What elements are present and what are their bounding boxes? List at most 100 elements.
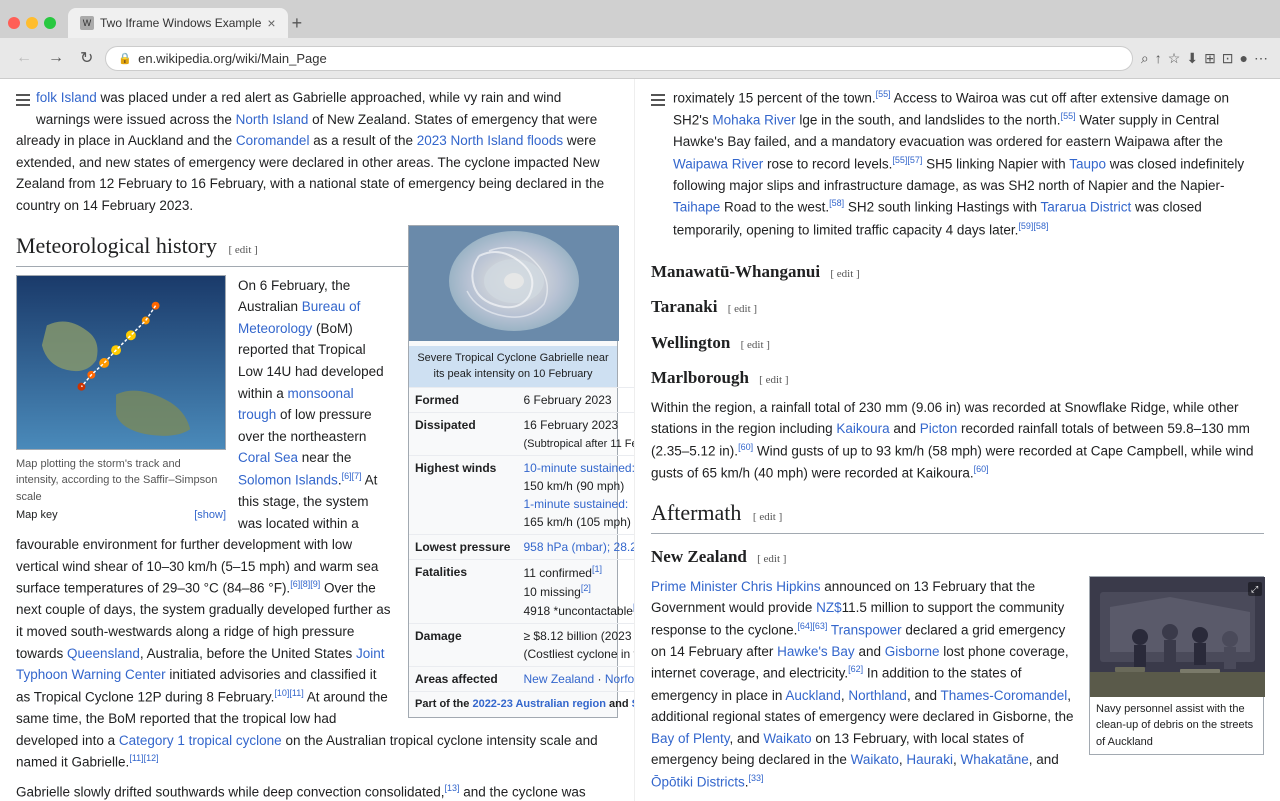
pressure-value: 958 hPa (mbar); 28.29 inHg: [518, 535, 636, 560]
bookmark-icon[interactable]: ☆: [1168, 50, 1181, 67]
north-island-link[interactable]: North Island: [236, 112, 309, 127]
left-column[interactable]: folk Island was placed under a red alert…: [0, 79, 635, 801]
pressure-link[interactable]: 958 hPa (mbar); 28.29 inHg: [524, 540, 636, 554]
hawkes-bay-link[interactable]: Hawke's Bay: [777, 644, 855, 659]
bay-plenty-link[interactable]: Bay of Plenty: [651, 731, 730, 746]
winds-label: Highest winds: [409, 456, 518, 535]
areas-value: New Zealand · Norfolk Island · Vanuatu ·…: [518, 667, 636, 692]
minimize-button[interactable]: [26, 17, 38, 29]
address-bar: ← → ↻ 🔒 en.wikipedia.org/wiki/Main_Page …: [0, 38, 1280, 78]
transpower-link[interactable]: Transpower: [831, 622, 902, 637]
picton-link[interactable]: Picton: [920, 421, 958, 436]
tararua-link[interactable]: Tararua District: [1040, 200, 1131, 215]
infobox-image: [409, 226, 617, 346]
close-button[interactable]: [8, 17, 20, 29]
traffic-lights: [8, 17, 56, 29]
toolbar-icons: ⌕ ↑ ☆ ⬇ ⊞ ⊡ ● ⋯: [1141, 50, 1268, 67]
storm-track-figure: Map plotting the storm's track and inten…: [16, 275, 226, 526]
kaikoura-link[interactable]: Kaikoura: [836, 421, 889, 436]
forward-button[interactable]: →: [44, 47, 68, 69]
menu-icon[interactable]: ⋯: [1254, 50, 1268, 67]
gisborne-link[interactable]: Gisborne: [885, 644, 940, 659]
profile-icon[interactable]: ●: [1240, 50, 1248, 66]
new-tab-button[interactable]: +: [292, 13, 303, 34]
reload-button[interactable]: ↻: [76, 46, 97, 70]
table-row: Lowest pressure 958 hPa (mbar); 28.29 in…: [409, 535, 635, 560]
wellington-heading: Wellington [ edit ]: [651, 330, 1264, 356]
marlborough-edit-link[interactable]: [ edit ]: [759, 374, 788, 386]
cat1-link[interactable]: Category 1 tropical cyclone: [119, 733, 282, 748]
hauraki-link[interactable]: Hauraki: [906, 752, 953, 767]
solomon-link[interactable]: Solomon Islands: [238, 472, 338, 487]
aftermath-heading: Aftermath [ edit ]: [651, 496, 1264, 534]
dissipated-value: 16 February 2023(Subtropical after 11 Fe…: [518, 412, 636, 456]
infobox-caption: Severe Tropical Cyclone Gabrielle near i…: [409, 346, 617, 387]
maximize-button[interactable]: [44, 17, 56, 29]
nz-link[interactable]: New Zealand: [524, 672, 595, 686]
table-row: Areas affected New Zealand · Norfolk Isl…: [409, 667, 635, 692]
browser-chrome: W Two Iframe Windows Example × + ← → ↻ 🔒…: [0, 0, 1280, 79]
tab-close-button[interactable]: ×: [267, 15, 275, 31]
coral-sea-link[interactable]: Coral Sea: [238, 450, 298, 465]
browser-tab[interactable]: W Two Iframe Windows Example ×: [68, 8, 288, 38]
bom-link[interactable]: Bureau of Meteorology: [238, 299, 360, 336]
table-row: Highest winds 10-minute sustained: 150 k…: [409, 456, 635, 535]
thames-link[interactable]: Thames-Coromandel: [940, 688, 1067, 703]
back-button[interactable]: ←: [12, 47, 36, 69]
download-icon[interactable]: ⬇: [1186, 50, 1198, 67]
monsoon-link[interactable]: monsoonal trough: [238, 386, 354, 423]
taupo-link[interactable]: Taupo: [1069, 156, 1106, 171]
folk-island-link[interactable]: folk Island: [36, 90, 97, 105]
2023-floods-link[interactable]: 2023 North Island floods: [417, 133, 563, 148]
taranaki-heading: Taranaki [ edit ]: [651, 294, 1264, 320]
queensland-link[interactable]: Queensland: [67, 646, 140, 661]
right-top: roximately 15 percent of the town.[55] A…: [651, 87, 1264, 249]
taranaki-edit-link[interactable]: [ edit ]: [728, 303, 757, 315]
10min-link[interactable]: 10-minute sustained:: [524, 461, 635, 475]
right-column[interactable]: roximately 15 percent of the town.[55] A…: [635, 79, 1280, 801]
auckland-link[interactable]: Auckland: [785, 688, 841, 703]
met-history-edit-link[interactable]: [ edit ]: [229, 244, 258, 256]
share-icon[interactable]: ↑: [1155, 50, 1162, 66]
hamburger-right[interactable]: [651, 91, 665, 109]
waipawa-link[interactable]: Waipawa River: [673, 156, 763, 171]
pressure-label: Lowest pressure: [409, 535, 518, 560]
norfolk-link[interactable]: Norfolk Island: [605, 672, 635, 686]
1min-link[interactable]: 1-minute sustained:: [524, 497, 629, 511]
hamburger-left[interactable]: [16, 91, 30, 109]
map-key-row: Map key [show]: [16, 505, 226, 526]
infobox: Severe Tropical Cyclone Gabrielle near i…: [408, 225, 618, 718]
opotiki-link[interactable]: Ōpōtiki Districts: [651, 774, 745, 789]
show-link[interactable]: [show]: [194, 507, 226, 524]
url-bar[interactable]: 🔒 en.wikipedia.org/wiki/Main_Page: [105, 46, 1133, 71]
coromandel-link[interactable]: Coromandel: [236, 133, 310, 148]
tab-favicon: W: [80, 16, 94, 30]
fatalities-value: 11 confirmed[1] 10 missing[2] 4918 *unco…: [518, 560, 636, 624]
url-text: en.wikipedia.org/wiki/Main_Page: [138, 51, 1120, 66]
aftermath-edit-link[interactable]: [ edit ]: [753, 511, 782, 523]
mohaka-link[interactable]: Mohaka River: [712, 113, 795, 128]
taihape-link[interactable]: Taihape: [673, 200, 720, 215]
nzd-link[interactable]: NZ$: [816, 600, 842, 615]
tab-bar: W Two Iframe Windows Example × +: [0, 0, 1280, 38]
wellington-edit-link[interactable]: [ edit ]: [741, 339, 770, 351]
nz-edit-link[interactable]: [ edit ]: [757, 553, 786, 565]
northland-link[interactable]: Northland: [848, 688, 907, 703]
formed-label: Formed: [409, 387, 518, 412]
hipkins-link[interactable]: Prime Minister Chris Hipkins: [651, 579, 821, 594]
winds-value: 10-minute sustained: 150 km/h (90 mph) 1…: [518, 456, 636, 535]
whakatane-link[interactable]: Whakatāne: [960, 752, 1028, 767]
waikato-link[interactable]: Waikato: [763, 731, 811, 746]
damage-value: ≥ $8.12 billion (2023 USD) (Costliest cy…: [518, 624, 636, 667]
waikato2-link[interactable]: Waikato: [851, 752, 899, 767]
manawatu-edit-link[interactable]: [ edit ]: [830, 268, 859, 280]
aus-region-link[interactable]: 2022-23 Australian region: [472, 698, 605, 710]
sidebar-icon[interactable]: ⊡: [1222, 50, 1234, 67]
table-row: Dissipated 16 February 2023(Subtropical …: [409, 412, 635, 456]
formed-value: 6 February 2023: [518, 387, 636, 412]
right-intro-paragraph: roximately 15 percent of the town.[55] A…: [673, 87, 1264, 241]
search-icon[interactable]: ⌕: [1141, 50, 1149, 67]
storm-track-svg: [16, 275, 226, 450]
extensions-icon[interactable]: ⊞: [1204, 50, 1216, 67]
nz-heading: New Zealand [ edit ]: [651, 544, 1264, 570]
